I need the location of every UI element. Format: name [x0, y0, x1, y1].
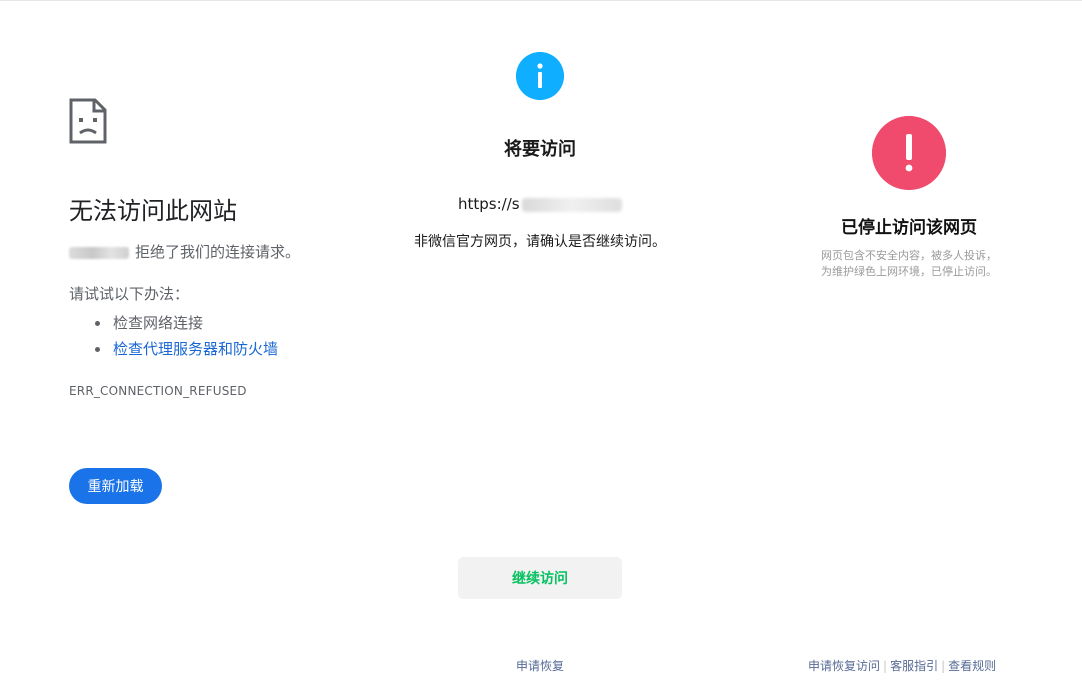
- info-icon: [516, 52, 564, 100]
- blocked-description: 网页包含不安全内容，被多人投诉， 为维护绿色上网环境，已停止访问。: [798, 248, 1020, 280]
- redacted-hostname: [69, 246, 129, 259]
- reload-button[interactable]: 重新加载: [69, 468, 162, 504]
- target-url: https://s: [458, 195, 622, 213]
- footer-divider: |: [941, 659, 946, 673]
- suggestion-check-network: 检查网络连接: [93, 310, 389, 336]
- page: 无法访问此网站 拒绝了我们的连接请求。 请试试以下办法： 检查网络连接 检查代理…: [0, 0, 1082, 693]
- appeal-link[interactable]: 申请恢复: [490, 657, 590, 674]
- redacted-url: [521, 197, 622, 212]
- error-code: ERR_CONNECTION_REFUSED: [69, 384, 247, 398]
- wechat-description: 非微信官方网页，请确认是否继续访问。: [414, 234, 666, 250]
- suggestion-check-proxy-link[interactable]: 检查代理服务器和防火墙: [93, 336, 389, 362]
- error-title: 无法访问此网站: [69, 197, 237, 225]
- view-rules-link[interactable]: 查看规则: [948, 659, 996, 673]
- continue-button[interactable]: 继续访问: [458, 557, 622, 599]
- wechat-title: 将要访问: [504, 139, 576, 160]
- suggestion-list: 检查网络连接 检查代理服务器和防火墙: [69, 310, 389, 362]
- chrome-error-panel: 无法访问此网站 拒绝了我们的连接请求。 请试试以下办法： 检查网络连接 检查代理…: [69, 98, 389, 398]
- blocked-title: 已停止访问该网页: [841, 218, 977, 238]
- sad-document-icon: [69, 98, 107, 144]
- appeal-restore-link[interactable]: 申请恢复访问: [808, 659, 880, 673]
- footer-divider: |: [883, 659, 888, 673]
- footer-links: 申请恢复访问 | 客服指引 | 查看规则: [808, 657, 996, 674]
- blocked-description-line2: 为维护绿色上网环境，已停止访问。: [821, 265, 997, 278]
- blocked-description-line1: 网页包含不安全内容，被多人投诉，: [821, 249, 997, 262]
- url-prefix: https://s: [458, 195, 520, 213]
- exclamation-icon: [872, 116, 946, 190]
- refused-text: 拒绝了我们的连接请求。: [135, 243, 301, 261]
- try-label: 请试试以下办法：: [69, 285, 190, 303]
- support-guide-link[interactable]: 客服指引: [890, 659, 938, 673]
- refused-message: 拒绝了我们的连接请求。: [69, 242, 389, 262]
